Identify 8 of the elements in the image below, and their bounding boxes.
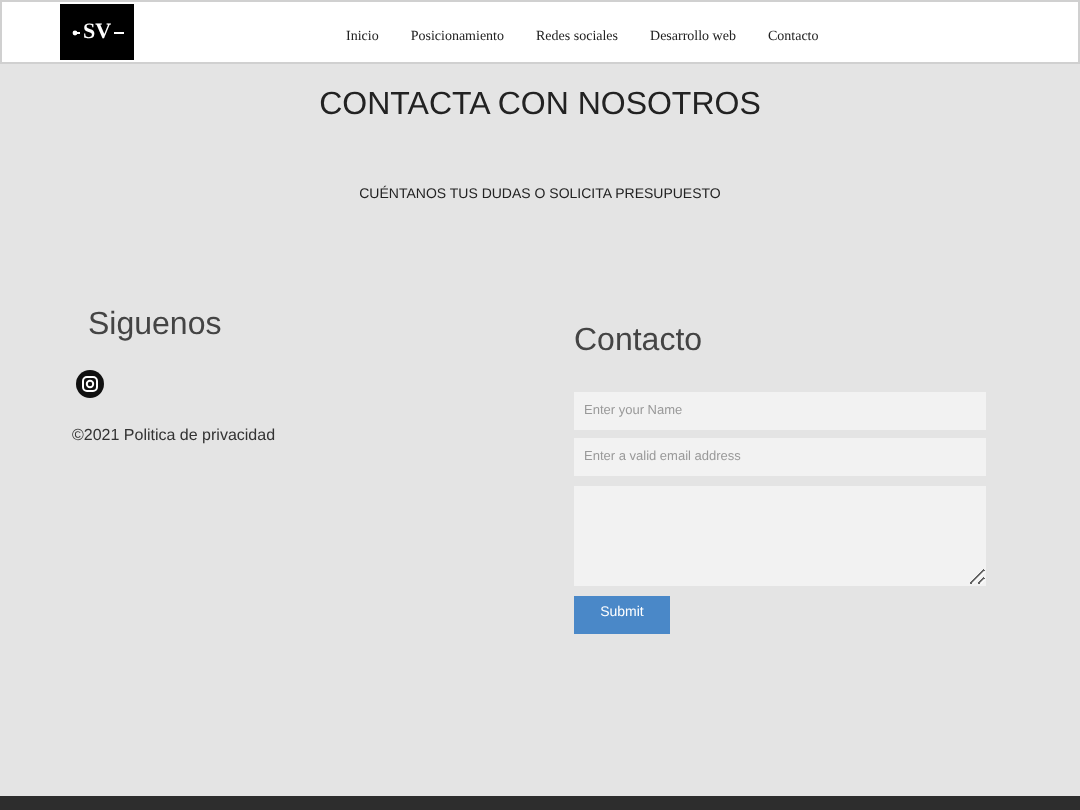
contact-heading: Contacto bbox=[574, 326, 705, 358]
social-heading: Siguenos bbox=[88, 310, 224, 342]
logo[interactable]: SV bbox=[60, 4, 134, 60]
page-title: CONTACTA CON NOSOTROS bbox=[317, 90, 763, 122]
instagram-icon[interactable] bbox=[76, 370, 104, 398]
copyright-text: ©2021 Politica de privacidad bbox=[72, 424, 278, 448]
message-field[interactable] bbox=[574, 486, 986, 586]
logo-text: SV bbox=[80, 21, 114, 43]
